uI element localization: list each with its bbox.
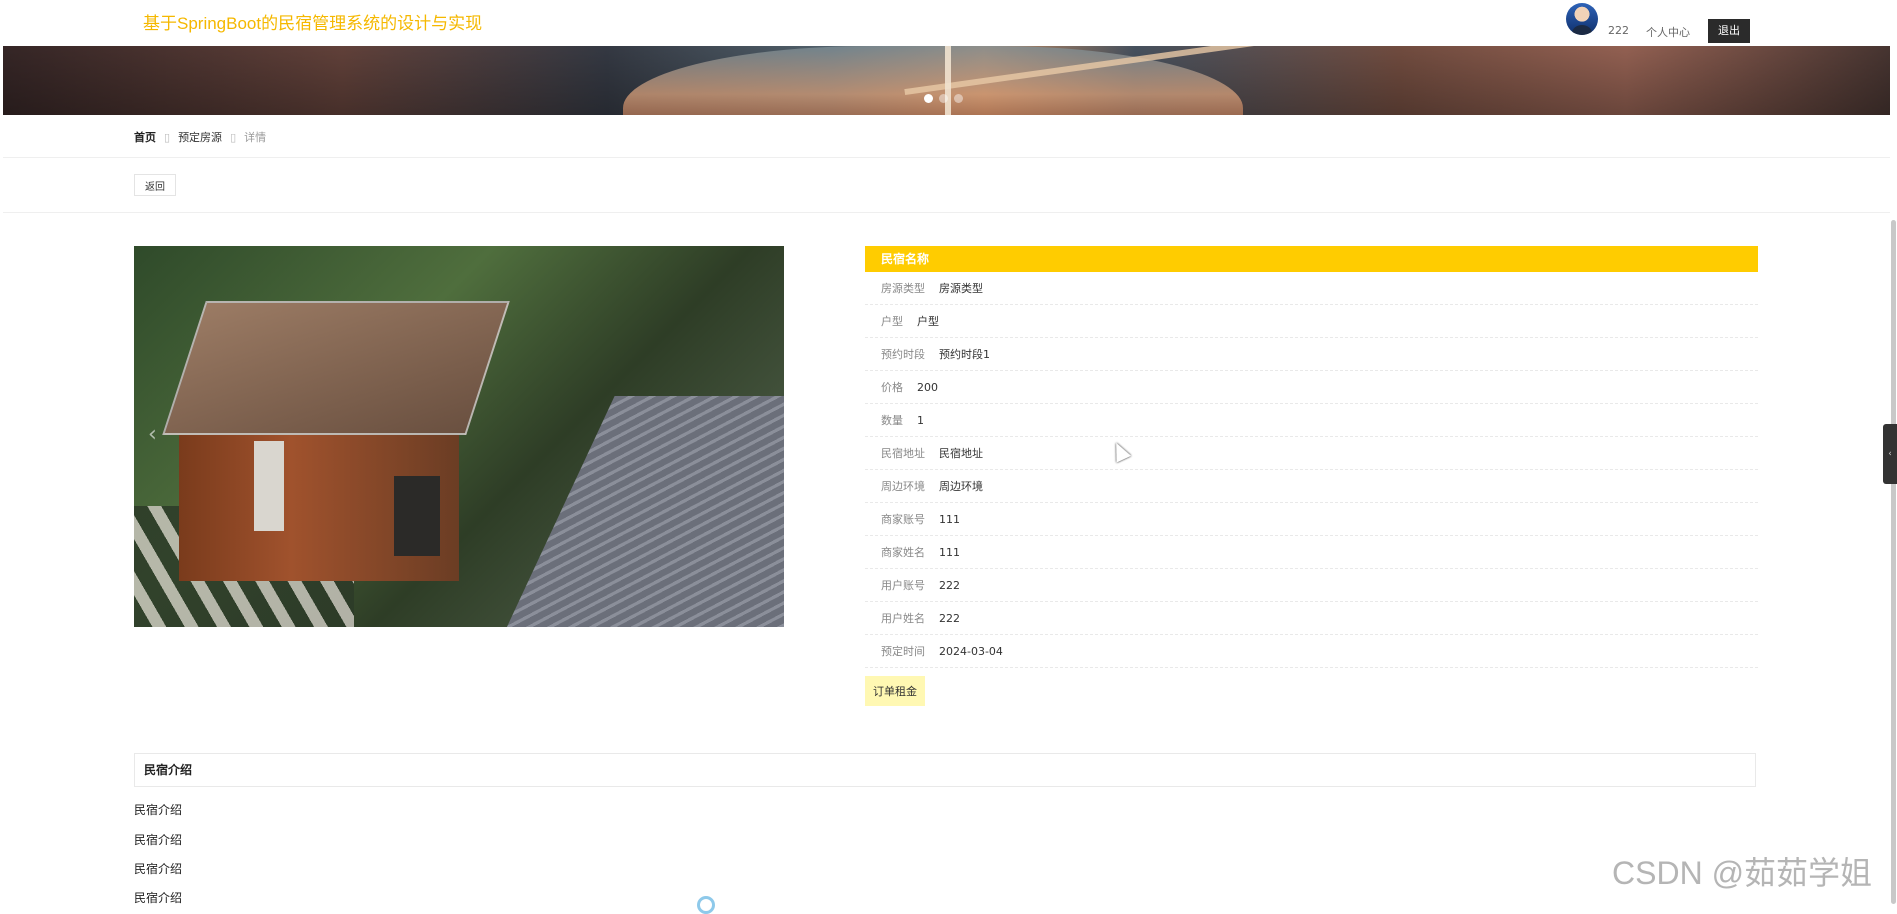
detail-value: 200	[917, 380, 938, 394]
carousel-dot-1[interactable]	[924, 94, 933, 103]
detail-row: 户型 户型	[865, 305, 1758, 338]
loading-spinner-icon	[697, 896, 715, 914]
back-button[interactable]: 返回	[134, 174, 176, 196]
photo-cabin-window	[254, 441, 284, 531]
detail-row: 周边环境 周边环境	[865, 470, 1758, 503]
detail-label: 民宿地址	[881, 447, 925, 460]
detail-value: 222	[939, 611, 960, 625]
photo-cabin-door	[394, 476, 440, 556]
detail-label: 周边环境	[881, 480, 925, 493]
detail-panel: 民宿名称 房源类型 房源类型 户型 户型 预约时段 预约时段1 价格 200 数量 1 民宿地址 民宿…	[865, 246, 1758, 706]
detail-value: 1	[917, 413, 924, 427]
breadcrumb-separator: ▯	[164, 131, 171, 144]
detail-value: 周边环境	[939, 480, 983, 493]
detail-label: 商家账号	[881, 513, 925, 526]
detail-value: 民宿地址	[939, 447, 983, 460]
carousel-dot-2[interactable]	[939, 94, 948, 103]
detail-fields: 房源类型 房源类型户型 户型预约时段 预约时段1 价格 200 数量 1 民宿地址 民宿地址周边环…	[865, 272, 1758, 668]
photo-tiled-roof	[493, 396, 784, 627]
side-panel-toggle[interactable]: ‹	[1883, 424, 1897, 484]
detail-label: 户型	[881, 315, 903, 328]
detail-value: 111	[939, 545, 960, 559]
intro-line: 民宿介绍	[134, 803, 183, 817]
divider	[3, 157, 1890, 158]
banner-bridge-tower	[945, 46, 951, 115]
detail-label: 房源类型	[881, 282, 925, 295]
breadcrumb-home[interactable]: 首页	[134, 131, 156, 144]
detail-row: 商家账号 111	[865, 503, 1758, 536]
carousel-dot-3[interactable]	[954, 94, 963, 103]
detail-label: 预约时段	[881, 348, 925, 361]
photo-rooftop-deck	[162, 301, 510, 435]
detail-value: 111	[939, 512, 960, 526]
intro-line: 民宿介绍	[134, 833, 183, 847]
detail-label: 价格	[881, 381, 903, 394]
detail-row: 用户账号 222	[865, 569, 1758, 602]
detail-row: 价格 200	[865, 371, 1758, 404]
detail-row: 房源类型 房源类型	[865, 272, 1758, 305]
detail-label: 用户姓名	[881, 612, 925, 625]
carousel-dots	[924, 94, 963, 103]
intro-line: 民宿介绍	[134, 862, 183, 876]
detail-value: 房源类型	[939, 282, 983, 295]
listing-photo: ‹	[134, 246, 784, 627]
banner-carousel[interactable]	[3, 46, 1890, 115]
detail-label: 数量	[881, 414, 903, 427]
listing-name: 民宿名称	[865, 246, 1758, 272]
scrollbar-thumb[interactable]	[1891, 220, 1896, 904]
user-avatar[interactable]	[1566, 3, 1598, 35]
detail-row: 预约时段 预约时段1	[865, 338, 1758, 371]
user-center-link[interactable]: 个人中心	[1646, 24, 1690, 40]
breadcrumb-current: 详情	[244, 131, 267, 144]
user-name: 222	[1608, 24, 1629, 37]
chevron-left-icon: ‹	[1888, 449, 1892, 459]
breadcrumb-separator: ▯	[230, 131, 237, 144]
top-header: 基于SpringBoot的民宿管理系统的设计与实现 222 个人中心 退出	[0, 0, 1897, 46]
detail-label: 用户账号	[881, 579, 925, 592]
detail-row: 民宿地址 民宿地址	[865, 437, 1758, 470]
detail-row: 用户姓名 222	[865, 602, 1758, 635]
detail-value: 预约时段1	[939, 348, 990, 361]
detail-value: 2024-03-04	[939, 644, 1003, 658]
detail-value: 户型	[917, 315, 939, 328]
intro-line: 民宿介绍	[134, 891, 183, 905]
breadcrumb: 首页 ▯ 预定房源 ▯ 详情	[134, 129, 266, 145]
detail-label: 预定时间	[881, 645, 925, 658]
watermark: CSDN @茹茹学姐	[1612, 855, 1873, 891]
divider	[3, 212, 1890, 213]
order-rent-button[interactable]: 订单租金	[865, 676, 925, 706]
detail-row: 预定时间 2024-03-04	[865, 635, 1758, 668]
chevron-left-icon[interactable]: ‹	[148, 422, 157, 447]
logout-button[interactable]: 退出	[1708, 19, 1750, 43]
intro-title: 民宿介绍	[134, 753, 1756, 787]
detail-value: 222	[939, 578, 960, 592]
detail-row: 商家姓名 111	[865, 536, 1758, 569]
detail-row: 数量 1	[865, 404, 1758, 437]
breadcrumb-section[interactable]: 预定房源	[178, 131, 222, 144]
detail-label: 商家姓名	[881, 546, 925, 559]
site-title[interactable]: 基于SpringBoot的民宿管理系统的设计与实现	[143, 9, 482, 34]
